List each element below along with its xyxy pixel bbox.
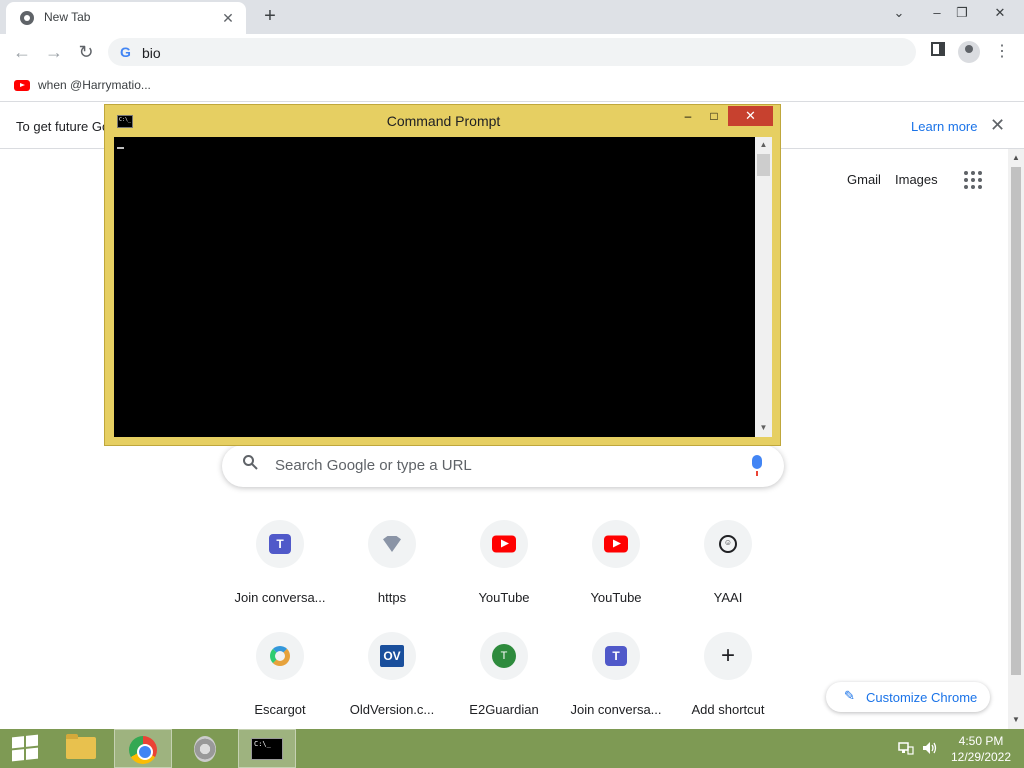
scroll-down-arrow-icon[interactable]: ▼ bbox=[755, 423, 772, 432]
shortcut-label: https bbox=[377, 590, 407, 605]
bookmark-item[interactable]: when @Harrymatio... bbox=[14, 78, 151, 92]
shortcut-label: Add shortcut bbox=[691, 702, 765, 717]
bookmark-label: when @Harrymatio... bbox=[38, 78, 151, 92]
shortcut-e2guardian[interactable]: T E2Guardian bbox=[448, 632, 560, 732]
system-clock[interactable]: 4:50 PM 12/29/2022 bbox=[944, 733, 1018, 765]
console-scrollbar[interactable]: ▲ ▼ bbox=[755, 137, 772, 437]
command-prompt-window[interactable]: C:\_ Command Prompt – □ ✕ ▲ ▼ bbox=[104, 104, 781, 446]
info-bar-message: To get future Go bbox=[16, 119, 110, 134]
console-cursor bbox=[117, 147, 124, 149]
teams-icon: T bbox=[269, 534, 291, 554]
taskbar-media-player[interactable] bbox=[176, 729, 234, 768]
tab-new-tab[interactable]: New Tab ✕ bbox=[6, 2, 246, 34]
clock-date: 12/29/2022 bbox=[950, 750, 1012, 764]
shortcut-youtube[interactable]: YouTube bbox=[448, 520, 560, 620]
shortcut-youtube-2[interactable]: YouTube bbox=[560, 520, 672, 620]
learn-more-link[interactable]: Learn more bbox=[911, 119, 977, 134]
shortcut-https[interactable]: https bbox=[336, 520, 448, 620]
search-icon bbox=[242, 454, 258, 475]
voice-search-icon[interactable] bbox=[752, 455, 762, 476]
speaker-app-icon bbox=[194, 736, 216, 762]
tab-strip: New Tab ✕ + ⌄ – ❐ ✕ bbox=[0, 0, 1024, 34]
reload-button[interactable]: ↻ bbox=[72, 38, 100, 66]
chrome-favicon-icon bbox=[20, 11, 34, 25]
shortcut-label: YouTube bbox=[478, 590, 530, 605]
cmd-close-button[interactable]: ✕ bbox=[728, 106, 773, 126]
bookmarks-bar: when @Harrymatio... bbox=[0, 70, 1024, 102]
profile-avatar[interactable] bbox=[958, 41, 980, 63]
escargot-icon bbox=[270, 646, 290, 666]
back-button[interactable]: ← bbox=[8, 38, 36, 66]
shortcut-join-conversation-2[interactable]: T Join conversa... bbox=[560, 632, 672, 732]
window-close-button[interactable]: ✕ bbox=[985, 2, 1015, 24]
taskbar: C:\_ 4:50 PM 12/29/2022 bbox=[0, 729, 1024, 768]
shortcut-join-conversation[interactable]: T Join conversa... bbox=[224, 520, 336, 620]
shortcut-label: YouTube bbox=[590, 590, 642, 605]
console-area[interactable] bbox=[114, 137, 755, 437]
search-placeholder: Search Google or type a URL bbox=[275, 457, 472, 474]
ntp-search-box[interactable]: Search Google or type a URL bbox=[222, 445, 784, 487]
chrome-icon bbox=[129, 736, 157, 764]
google-apps-icon[interactable] bbox=[964, 171, 982, 189]
shortcut-escargot[interactable]: Escargot bbox=[224, 632, 336, 732]
page-scrollbar[interactable]: ▲ ▼ bbox=[1008, 149, 1024, 729]
command-prompt-icon: C:\_ bbox=[251, 738, 283, 760]
plus-icon: + bbox=[720, 642, 736, 669]
taskbar-file-explorer[interactable] bbox=[52, 729, 110, 768]
smiley-icon: ☺ bbox=[719, 535, 737, 553]
browser-toolbar: ← → ↻ G bio ⋮ bbox=[0, 34, 1024, 70]
tab-search-button[interactable]: ⌄ bbox=[884, 2, 914, 24]
google-icon: G bbox=[120, 44, 131, 60]
shortcut-label: OldVersion.c... bbox=[349, 702, 435, 717]
youtube-icon bbox=[14, 79, 30, 91]
start-button[interactable] bbox=[0, 729, 58, 768]
console-scrollbar-thumb[interactable] bbox=[757, 154, 770, 176]
info-bar-close-button[interactable]: ✕ bbox=[990, 115, 1005, 136]
add-shortcut-button[interactable]: + Add shortcut bbox=[672, 632, 784, 732]
restore-button[interactable]: ❐ bbox=[947, 2, 977, 24]
tab-title: New Tab bbox=[44, 10, 91, 24]
tab-close-button[interactable]: ✕ bbox=[218, 8, 238, 28]
page-scrollbar-thumb[interactable] bbox=[1011, 167, 1021, 675]
shortcut-label: Join conversa... bbox=[570, 702, 662, 717]
scroll-down-arrow-icon[interactable]: ▼ bbox=[1008, 715, 1024, 724]
youtube-icon bbox=[492, 535, 516, 553]
clock-time: 4:50 PM bbox=[958, 734, 1004, 748]
shortcut-label: E2Guardian bbox=[469, 702, 539, 717]
images-link[interactable]: Images bbox=[895, 172, 938, 187]
teams-icon: T bbox=[605, 646, 627, 666]
cmd-minimize-button[interactable]: – bbox=[675, 106, 701, 126]
cmd-maximize-button[interactable]: □ bbox=[701, 106, 727, 126]
shortcut-label: YAAI bbox=[713, 590, 743, 605]
windows-logo-icon bbox=[12, 734, 38, 762]
folder-icon bbox=[66, 734, 96, 759]
pencil-icon: ✎ bbox=[844, 688, 855, 703]
customize-chrome-label: Customize Chrome bbox=[866, 690, 978, 705]
gmail-link[interactable]: Gmail bbox=[847, 172, 881, 187]
network-icon[interactable] bbox=[898, 741, 914, 755]
https-icon bbox=[383, 536, 401, 552]
scroll-up-arrow-icon[interactable]: ▲ bbox=[1008, 153, 1024, 162]
shortcut-label: Escargot bbox=[254, 702, 306, 717]
volume-icon[interactable] bbox=[922, 741, 938, 755]
shortcut-label: Join conversa... bbox=[234, 590, 326, 605]
chrome-menu-button[interactable]: ⋮ bbox=[989, 39, 1015, 65]
address-bar-value[interactable]: bio bbox=[142, 45, 161, 61]
customize-chrome-button[interactable]: ✎ Customize Chrome bbox=[826, 682, 990, 712]
taskbar-command-prompt[interactable]: C:\_ bbox=[238, 729, 296, 768]
new-tab-button[interactable]: + bbox=[258, 3, 282, 29]
side-panel-icon[interactable] bbox=[925, 39, 951, 65]
oldversion-icon: OV bbox=[380, 645, 404, 667]
e2guardian-icon: T bbox=[492, 644, 516, 668]
address-bar[interactable]: G bio bbox=[108, 38, 916, 66]
forward-button[interactable]: → bbox=[40, 38, 68, 66]
youtube-icon bbox=[604, 535, 628, 553]
shortcut-yaai[interactable]: ☺ YAAI bbox=[672, 520, 784, 620]
shortcut-oldversion[interactable]: OV OldVersion.c... bbox=[336, 632, 448, 732]
scroll-up-arrow-icon[interactable]: ▲ bbox=[755, 140, 772, 149]
taskbar-chrome[interactable] bbox=[114, 729, 172, 768]
